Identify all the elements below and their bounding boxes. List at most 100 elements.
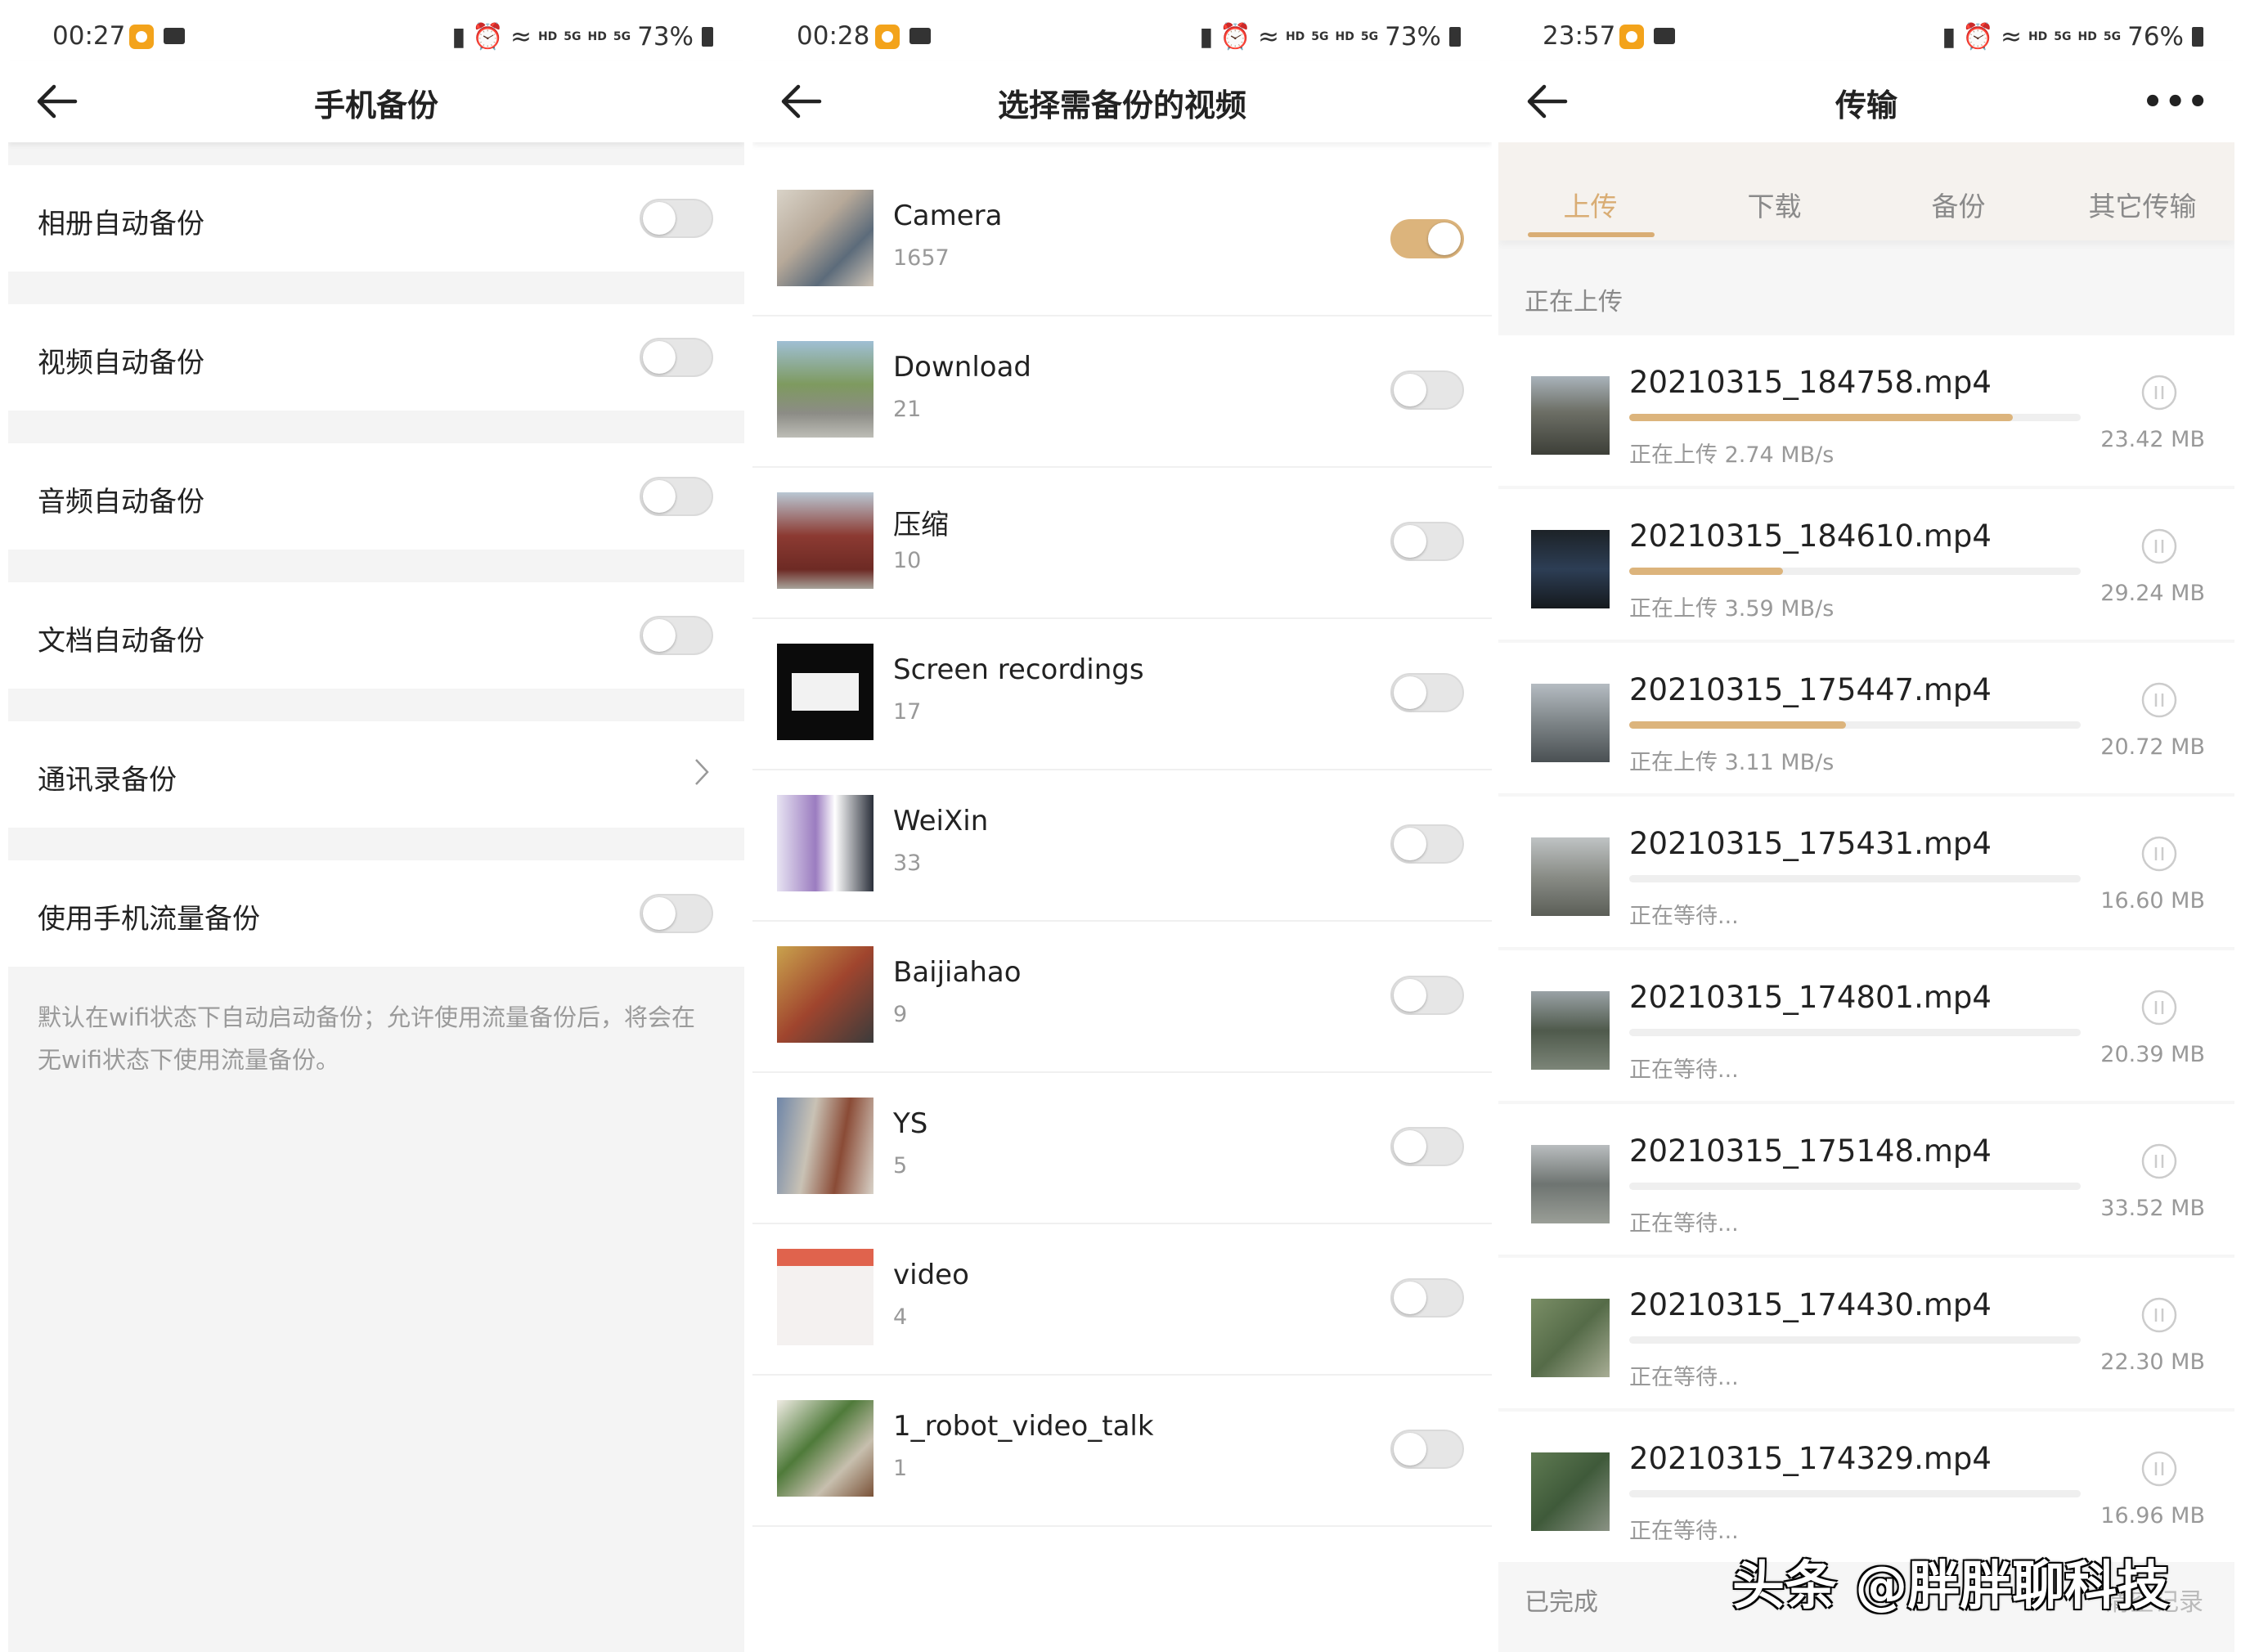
album-row-download[interactable]: Download 21: [752, 315, 1492, 468]
pause-icon[interactable]: [2141, 1451, 2177, 1487]
tab-upload[interactable]: 上传: [1498, 185, 1682, 224]
video-thumbnail: [1531, 684, 1610, 762]
setting-photo-auto-backup[interactable]: 相册自动备份: [8, 165, 744, 272]
album-row-video[interactable]: video 4: [752, 1223, 1492, 1376]
upload-item[interactable]: 20210315_174430.mp4 正在等待... 22.30 MB: [1498, 1258, 2234, 1408]
setting-video-auto-backup[interactable]: 视频自动备份: [8, 304, 744, 411]
progress-fill: [1629, 568, 1783, 575]
setting-document-auto-backup[interactable]: 文档自动备份: [8, 582, 744, 689]
top-bar: 传输 •••: [1498, 61, 2234, 142]
signal-icon: 5G: [1360, 29, 1379, 43]
chevron-right-icon: [695, 759, 709, 785]
top-bar: 手机备份: [8, 61, 744, 142]
message-icon: [1654, 28, 1675, 44]
toggle-switch[interactable]: [1390, 370, 1464, 410]
upload-item[interactable]: 20210315_184758.mp4 正在上传 2.74 MB/s 23.42…: [1498, 335, 2234, 486]
message-icon: [909, 28, 931, 44]
pause-icon[interactable]: [2141, 375, 2177, 411]
tab-backup[interactable]: 备份: [1866, 185, 2050, 224]
status-right: ▮ ⏰ ≈ HD 5G HD 5G 73%: [1199, 21, 1461, 52]
wifi-icon: ≈: [2000, 21, 2022, 52]
toggle-switch[interactable]: [1390, 1430, 1464, 1469]
status-right: ▮ ⏰ ≈ HD 5G HD 5G 73%: [451, 21, 713, 52]
video-thumbnail: [1531, 376, 1610, 455]
toggle-switch[interactable]: [1390, 522, 1464, 561]
status-time: 00:27: [52, 21, 126, 51]
album-row-weixin[interactable]: WeiXin 33: [752, 769, 1492, 922]
album-row-camera[interactable]: Camera 1657: [752, 164, 1492, 316]
tab-other-transfers[interactable]: 其它传输: [2050, 185, 2234, 224]
lock-icon: ▮: [1199, 21, 1214, 52]
battery-icon: [1449, 26, 1461, 47]
toggle-switch[interactable]: [640, 616, 713, 655]
upload-item[interactable]: 20210315_184610.mp4 正在上传 3.59 MB/s 29.24…: [1498, 489, 2234, 640]
progress-bar: [1629, 1029, 2081, 1036]
toggle-switch[interactable]: [640, 338, 713, 377]
album-row-compressed[interactable]: 压缩 10: [752, 466, 1492, 619]
video-thumbnail: [1531, 991, 1610, 1070]
active-tab-indicator: [1528, 232, 1655, 237]
status-bar: 23:57 ▮ ⏰ ≈ HD 5G HD 5G 76%: [1498, 0, 2234, 61]
toggle-switch[interactable]: [1390, 219, 1464, 258]
album-thumbnail: [777, 1400, 873, 1497]
toggle-switch[interactable]: [1390, 673, 1464, 712]
uploading-section-label: 正在上传: [1525, 288, 1623, 316]
upload-item[interactable]: 20210315_175431.mp4 正在等待... 16.60 MB: [1498, 797, 2234, 947]
album-row-screen-recordings[interactable]: Screen recordings 17: [752, 617, 1492, 770]
wifi-icon: ≈: [510, 21, 532, 52]
signal-icon: 5G: [564, 29, 582, 43]
page-title: 选择需备份的视频: [997, 88, 1246, 123]
battery-percent: 73%: [637, 21, 694, 52]
tab-download[interactable]: 下载: [1682, 185, 1866, 224]
toggle-switch[interactable]: [1390, 824, 1464, 864]
message-icon: [164, 28, 185, 44]
status-time: 00:28: [797, 21, 870, 51]
upload-item[interactable]: 20210315_175447.mp4 正在上传 3.11 MB/s 20.72…: [1498, 643, 2234, 793]
album-thumbnail: [777, 341, 873, 438]
lock-icon: ▮: [1942, 21, 1956, 52]
page-title: 传输: [1835, 88, 1897, 123]
pause-icon[interactable]: [2141, 682, 2177, 718]
toggle-switch[interactable]: [1390, 1127, 1464, 1166]
progress-fill: [1629, 414, 2014, 421]
watermark: 头条 @胖胖聊科技: [1732, 1556, 2170, 1617]
video-thumbnail: [1531, 530, 1610, 608]
setting-mobile-data-backup[interactable]: 使用手机流量备份: [8, 860, 744, 967]
album-thumbnail: [777, 946, 873, 1043]
upload-item[interactable]: 20210315_175148.mp4 正在等待... 33.52 MB: [1498, 1104, 2234, 1255]
album-thumbnail: [777, 1249, 873, 1345]
upload-item[interactable]: 20210315_174329.mp4 正在等待... 16.96 MB: [1498, 1412, 2234, 1562]
setting-contacts-backup[interactable]: 通讯录备份: [8, 721, 744, 828]
transfer-screen: 23:57 ▮ ⏰ ≈ HD 5G HD 5G 76% 传输 ••• 上传 下载…: [1498, 0, 2234, 1652]
pause-icon[interactable]: [2141, 528, 2177, 564]
signal-icon: 5G: [2054, 29, 2072, 43]
pause-icon[interactable]: [2141, 1297, 2177, 1333]
alarm-icon: ⏰: [1219, 22, 1251, 52]
signal-icon: 5G: [1311, 29, 1329, 43]
album-row-ys[interactable]: YS 5: [752, 1071, 1492, 1224]
pause-icon[interactable]: [2141, 1143, 2177, 1179]
transfer-tabs: 上传 下载 备份 其它传输: [1498, 142, 2234, 240]
progress-bar: [1629, 414, 2081, 421]
album-thumbnail: [777, 190, 873, 286]
top-bar: 选择需备份的视频: [752, 61, 1492, 142]
alarm-icon: ⏰: [472, 22, 504, 52]
progress-bar: [1629, 721, 2081, 729]
status-time: 23:57: [1543, 21, 1616, 51]
toggle-switch[interactable]: [1390, 1278, 1464, 1318]
signal-icon: 5G: [613, 29, 631, 43]
more-options-icon[interactable]: •••: [2142, 83, 2210, 121]
toggle-switch[interactable]: [640, 199, 713, 238]
setting-audio-auto-backup[interactable]: 音频自动备份: [8, 443, 744, 550]
video-thumbnail: [1531, 837, 1610, 916]
pause-icon[interactable]: [2141, 990, 2177, 1026]
upload-item[interactable]: 20210315_174801.mp4 正在等待... 20.39 MB: [1498, 950, 2234, 1101]
album-row-robot-video-talk[interactable]: 1_robot_video_talk 1: [752, 1374, 1492, 1527]
app-notification-icon: [129, 25, 154, 49]
toggle-switch[interactable]: [1390, 976, 1464, 1015]
progress-bar: [1629, 875, 2081, 882]
pause-icon[interactable]: [2141, 836, 2177, 872]
album-row-baijiahao[interactable]: Baijiahao 9: [752, 920, 1492, 1073]
toggle-switch[interactable]: [640, 477, 713, 516]
toggle-switch[interactable]: [640, 894, 713, 933]
